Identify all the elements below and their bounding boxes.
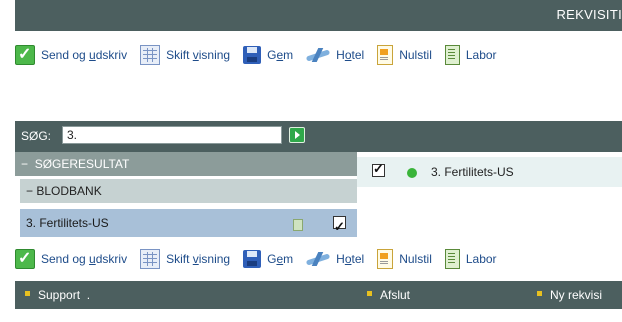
selected-item-label: 3. Fertilitets-US xyxy=(431,165,514,179)
selected-item-checkbox[interactable] xyxy=(372,161,385,177)
send-label: Send og udskriv xyxy=(41,252,128,266)
search-label: SØG: xyxy=(21,129,52,143)
hotel-label: Hotel xyxy=(336,252,365,266)
search-input[interactable]: 3. xyxy=(62,126,282,144)
result-item-label: 3. Fertilitets-US xyxy=(26,216,109,230)
page-title: REKVISITI xyxy=(556,7,622,22)
bullet-icon xyxy=(537,291,542,297)
collapse-icon: − xyxy=(21,157,35,171)
footer-bar: Support . Afslut Ny rekvisi xyxy=(15,281,622,309)
gem-label: Gem xyxy=(267,48,294,62)
result-item-checkbox[interactable] xyxy=(333,213,346,241)
ny-rekvisition-link[interactable]: Ny rekvisi xyxy=(537,288,602,302)
search-results-header[interactable]: − SØGERESULTAT xyxy=(15,152,357,176)
skift-label: Skift visning xyxy=(166,48,231,62)
status-dot-icon xyxy=(407,168,417,178)
send-label: Send og udskriv xyxy=(41,48,128,62)
search-bar: SØG: 3. xyxy=(15,121,622,152)
checkmark-icon xyxy=(15,248,35,269)
group-blodbank[interactable]: − BLODBANK xyxy=(20,179,357,203)
afslut-link[interactable]: Afslut xyxy=(367,288,410,302)
top-toolbar: Send og udskriv Skift visning Gem Hotel … xyxy=(15,40,622,70)
document-icon xyxy=(377,249,394,269)
send-og-udskriv-button[interactable]: Send og udskriv xyxy=(15,44,128,65)
skift-label: Skift visning xyxy=(166,252,231,266)
hotel-button[interactable]: Hotel xyxy=(306,250,364,268)
labor-button[interactable]: Labor xyxy=(444,45,497,65)
result-item[interactable]: 3. Fertilitets-US xyxy=(20,209,357,241)
title-bar: REKVISITI xyxy=(15,0,622,31)
labor-label: Labor xyxy=(465,48,497,62)
nulstil-label: Nulstil xyxy=(399,252,432,266)
table-icon xyxy=(140,45,161,65)
lab-list-icon xyxy=(444,249,460,269)
go-arrow-icon[interactable] xyxy=(289,127,305,143)
document-icon xyxy=(377,45,394,65)
bullet-icon xyxy=(367,291,372,297)
nulstil-label: Nulstil xyxy=(399,48,432,62)
labor-button[interactable]: Labor xyxy=(444,249,497,269)
lab-list-icon xyxy=(444,45,460,65)
airplane-icon xyxy=(306,46,330,64)
labor-label: Labor xyxy=(465,252,497,266)
skift-visning-button[interactable]: Skift visning xyxy=(140,45,230,65)
save-disk-icon xyxy=(243,46,262,64)
collapse-icon: − xyxy=(26,184,37,198)
result-tree: − SØGERESULTAT − BLODBANK 3. Fertilitets… xyxy=(15,152,357,241)
selected-item-row: 3. Fertilitets-US xyxy=(357,157,622,187)
send-og-udskriv-button[interactable]: Send og udskriv xyxy=(15,248,128,269)
support-link[interactable]: Support . xyxy=(25,288,90,302)
airplane-icon xyxy=(306,250,330,268)
page: REKVISITI Send og udskriv Skift visning … xyxy=(0,0,622,322)
gem-button[interactable]: Gem xyxy=(243,46,293,64)
hotel-label: Hotel xyxy=(336,48,365,62)
bullet-icon xyxy=(25,291,30,297)
lab-list-icon xyxy=(293,219,303,231)
gem-button[interactable]: Gem xyxy=(243,250,293,268)
checkmark-icon xyxy=(15,44,35,65)
nulstil-button[interactable]: Nulstil xyxy=(377,45,432,65)
nulstil-button[interactable]: Nulstil xyxy=(377,249,432,269)
bottom-toolbar: Send og udskriv Skift visning Gem Hotel … xyxy=(15,244,622,274)
save-disk-icon xyxy=(243,250,262,268)
table-icon xyxy=(140,249,161,269)
skift-visning-button[interactable]: Skift visning xyxy=(140,249,230,269)
hotel-button[interactable]: Hotel xyxy=(306,46,364,64)
gem-label: Gem xyxy=(267,252,294,266)
